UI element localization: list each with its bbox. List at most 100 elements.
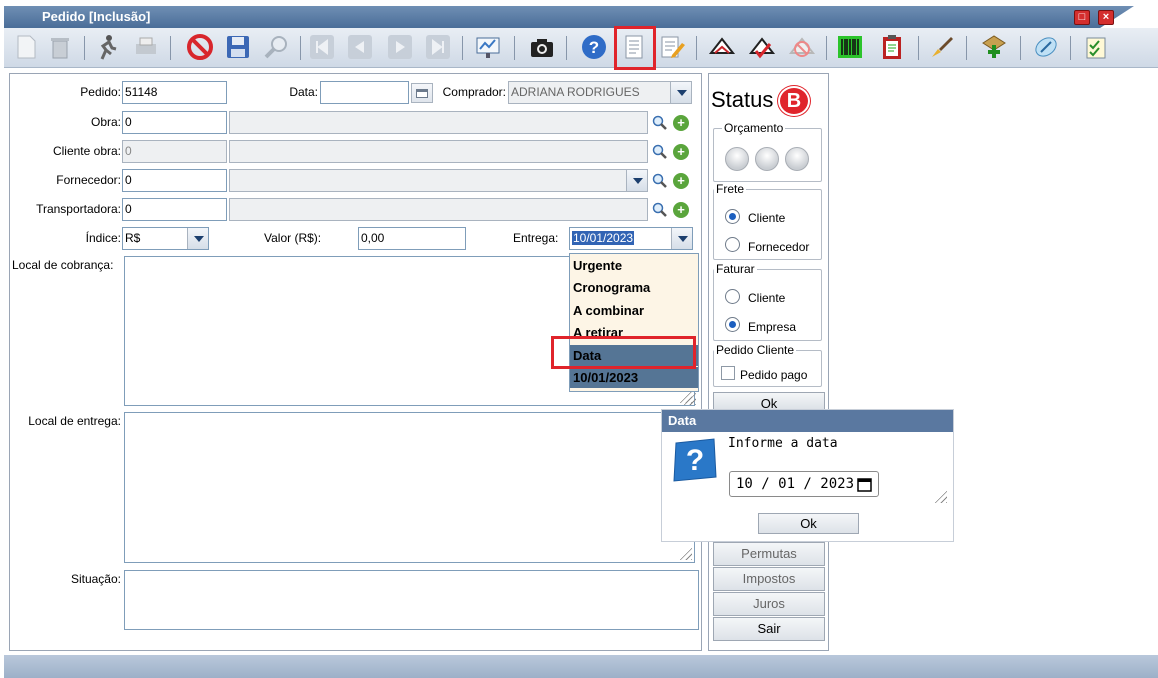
prev-icon[interactable] xyxy=(346,33,374,61)
sair-button[interactable]: Sair xyxy=(713,617,825,641)
chevron-down-icon[interactable] xyxy=(626,170,647,191)
local-entrega-textarea[interactable] xyxy=(124,412,695,563)
obra-label: Obra: xyxy=(90,115,121,129)
barcode-icon[interactable] xyxy=(836,33,864,61)
clipboard-icon[interactable] xyxy=(878,33,906,61)
juros-button[interactable]: Juros xyxy=(713,592,825,616)
add-icon[interactable]: + xyxy=(673,144,689,160)
svg-text:?: ? xyxy=(589,38,599,57)
faturar-empresa-label: Empresa xyxy=(748,320,797,334)
edit-icon[interactable] xyxy=(658,33,686,61)
valor-label: Valor (R$): xyxy=(264,231,322,245)
search-icon[interactable] xyxy=(262,33,290,61)
search-icon[interactable] xyxy=(652,173,668,189)
toolbar-separator xyxy=(170,36,171,60)
print-icon[interactable] xyxy=(132,33,160,61)
add-icon[interactable]: + xyxy=(673,173,689,189)
hat-check-icon[interactable] xyxy=(748,33,776,61)
faturar-cliente-radio[interactable] xyxy=(725,289,740,304)
highlight-box xyxy=(551,336,696,369)
phone-icon[interactable] xyxy=(1032,33,1060,61)
chevron-down-icon[interactable] xyxy=(670,82,691,103)
chevron-down-icon[interactable] xyxy=(187,228,208,249)
indice-select[interactable]: R$ xyxy=(122,227,209,250)
trash-icon[interactable] xyxy=(46,33,74,61)
date-dialog-value: 10 / 01 / 2023 xyxy=(736,476,855,492)
cliente-obra-description-field xyxy=(229,140,648,163)
situacao-label: Situação: xyxy=(70,572,121,586)
runner-icon[interactable] xyxy=(92,33,120,61)
hat-icon[interactable] xyxy=(708,33,736,61)
faturar-label: Faturar xyxy=(714,262,757,276)
pedido-pago-checkbox[interactable] xyxy=(721,366,735,380)
checklist-icon[interactable] xyxy=(1082,33,1110,61)
status-bar xyxy=(4,655,1158,678)
help-icon[interactable]: ? xyxy=(580,33,608,61)
maximize-button[interactable]: □ xyxy=(1074,10,1090,25)
date-dialog-ok-button[interactable]: Ok xyxy=(758,513,859,534)
local-entrega-label: Local de entrega: xyxy=(28,414,121,428)
arrow-add-icon[interactable] xyxy=(980,33,1008,61)
pedido-field[interactable]: 51148 xyxy=(122,81,227,104)
comprador-select[interactable]: ADRIANA RODRIGUES xyxy=(508,81,692,104)
entrega-dropdown-list: Urgente Cronograma A combinar A retirar … xyxy=(569,253,699,405)
chevron-down-icon[interactable] xyxy=(671,228,692,249)
fornecedor-field[interactable]: 0 xyxy=(122,169,227,192)
hat-cancel-icon[interactable] xyxy=(788,33,816,61)
fornecedor-select[interactable] xyxy=(229,169,648,192)
calendar-icon[interactable] xyxy=(411,83,433,103)
cliente-obra-label: Cliente obra: xyxy=(52,144,121,158)
pedido-pago-label: Pedido pago xyxy=(740,368,808,382)
calendar-icon[interactable] xyxy=(857,477,872,492)
dropdown-option-a-combinar[interactable]: A combinar xyxy=(570,300,698,321)
window-titlebar: Pedido [Inclusão] xyxy=(4,6,1134,28)
status-light-icon xyxy=(725,147,749,171)
frete-cliente-radio[interactable] xyxy=(725,209,740,224)
add-icon[interactable]: + xyxy=(673,115,689,131)
status-badge: B xyxy=(778,86,810,116)
highlight-box xyxy=(614,26,656,70)
frete-fornecedor-radio[interactable] xyxy=(725,237,740,252)
last-icon[interactable] xyxy=(424,33,452,61)
close-button[interactable]: × xyxy=(1098,10,1114,25)
toolbar-separator xyxy=(696,36,697,60)
first-icon[interactable] xyxy=(308,33,336,61)
transportadora-field[interactable]: 0 xyxy=(122,198,227,221)
valor-field[interactable]: 0,00 xyxy=(358,227,466,250)
dropdown-option-date-value[interactable]: 10/01/2023 xyxy=(570,367,698,388)
search-icon[interactable] xyxy=(652,115,668,131)
faturar-empresa-radio[interactable] xyxy=(725,317,740,332)
entrega-label: Entrega: xyxy=(513,231,559,245)
dropdown-option-urgente[interactable]: Urgente xyxy=(570,255,698,276)
camera-icon[interactable] xyxy=(528,33,556,61)
status-light-icon xyxy=(785,147,809,171)
entrega-value: 10/01/2023 xyxy=(572,231,635,245)
date-dialog-input[interactable]: 10 / 01 / 2023 xyxy=(729,471,879,497)
svg-text:?: ? xyxy=(686,444,704,477)
status-ok-button[interactable]: Ok xyxy=(713,392,825,410)
date-dialog: Data ? Informe a data 10 / 01 / 2023 Ok xyxy=(661,409,954,542)
resize-grip-icon[interactable] xyxy=(678,546,692,560)
status-light-icon xyxy=(755,147,779,171)
new-icon[interactable] xyxy=(12,33,40,61)
toolbar-separator xyxy=(514,36,515,60)
report-icon[interactable] xyxy=(474,33,502,61)
cliente-obra-field: 0 xyxy=(122,140,227,163)
brush-icon[interactable] xyxy=(928,33,956,61)
date-dialog-title: Data xyxy=(662,410,953,432)
data-field[interactable] xyxy=(320,81,409,104)
search-icon[interactable] xyxy=(652,144,668,160)
stop-icon[interactable] xyxy=(186,33,214,61)
frete-label: Frete xyxy=(714,182,747,196)
dropdown-option-cronograma[interactable]: Cronograma xyxy=(570,277,698,298)
next-icon[interactable] xyxy=(386,33,414,61)
obra-field[interactable]: 0 xyxy=(122,111,227,134)
add-icon[interactable]: + xyxy=(673,202,689,218)
situacao-textarea[interactable] xyxy=(124,570,699,630)
fornecedor-label: Fornecedor: xyxy=(56,173,121,187)
impostos-button[interactable]: Impostos xyxy=(713,567,825,591)
save-icon[interactable] xyxy=(224,33,252,61)
search-icon[interactable] xyxy=(652,202,668,218)
entrega-select[interactable]: 10/01/2023 xyxy=(569,227,693,250)
permutas-button[interactable]: Permutas xyxy=(713,542,825,566)
